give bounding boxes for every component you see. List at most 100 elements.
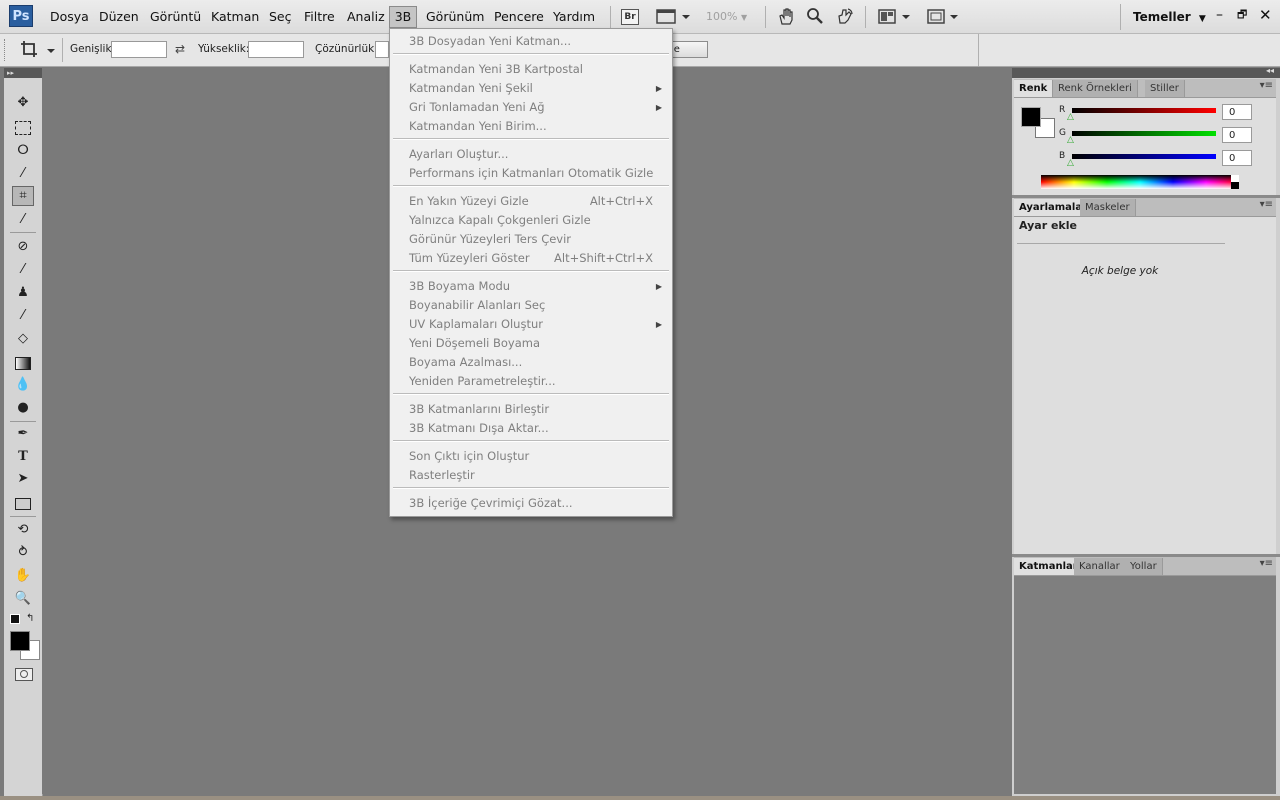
menu-item-katmandan-yeni-3b-kartpostal[interactable]: Katmandan Yeni 3B Kartpostal (390, 60, 670, 79)
menu-item-otomatik-gizle[interactable]: Performans için Katmanları Otomatik Gizl… (390, 164, 670, 183)
resolution-input[interactable] (375, 41, 389, 58)
menu-item-rasterlestir[interactable]: Rasterleştir (390, 466, 670, 485)
close-icon[interactable]: ✕ (1259, 5, 1272, 25)
menu-dosya[interactable]: Dosya (50, 7, 89, 27)
color-spectrum-bar[interactable] (1041, 175, 1239, 189)
menu-item-gri-tonlamadan-yeni-ag[interactable]: Gri Tonlamadan Yeni Ağ ▶ (390, 98, 670, 117)
menu-item-son-cikti-icin-olustur[interactable]: Son Çıktı için Oluştur (390, 447, 670, 466)
menu-item-katmandan-yeni-birim[interactable]: Katmandan Yeni Birim... (390, 117, 670, 136)
menu-item-tum-yuzeyleri-goster[interactable]: Tüm Yüzeyleri Göster Alt+Shift+Ctrl+X (390, 249, 670, 268)
width-input[interactable] (111, 41, 167, 58)
menu-item-ayarlari-olustur[interactable]: Ayarları Oluştur... (390, 145, 670, 164)
photoshop-logo[interactable]: Ps (9, 5, 33, 27)
default-colors-icon[interactable] (10, 614, 20, 624)
menu-item-3b-dosyadan-yeni-katman[interactable]: 3B Dosyadan Yeni Katman... (390, 32, 670, 51)
panel-menu-icon[interactable]: ▾≡ (1260, 558, 1273, 569)
brush-tool-icon[interactable]: ⁄ (12, 261, 34, 279)
slider-handle-icon[interactable]: △ (1067, 112, 1074, 122)
path-selection-tool-icon[interactable]: ➤ (12, 470, 34, 488)
healing-brush-tool-icon[interactable]: ⊘ (12, 238, 34, 256)
blue-slider[interactable] (1072, 154, 1216, 159)
grip-handle[interactable] (4, 39, 8, 61)
red-value-input[interactable]: 0 (1222, 104, 1252, 120)
minimize-icon[interactable]: – (1216, 5, 1223, 25)
menu-3b[interactable]: 3B (389, 6, 417, 28)
history-brush-tool-icon[interactable]: ⁄ (12, 307, 34, 325)
black-swatch[interactable] (1231, 182, 1239, 189)
pen-tool-icon[interactable]: ✒ (12, 425, 34, 443)
tab-kanallar[interactable]: Kanallar (1074, 558, 1126, 575)
menu-item-3b-katmanlarini-birlestir[interactable]: 3B Katmanlarını Birleştir (390, 400, 670, 419)
clone-stamp-tool-icon[interactable]: ♟ (12, 284, 34, 302)
tab-stiller[interactable]: Stiller (1145, 80, 1185, 97)
zoom-tool-icon[interactable]: 🔍 (12, 590, 34, 608)
menu-item-yuzeyleri-ters-cevir[interactable]: Görünür Yüzeyleri Ters Çevir (390, 230, 670, 249)
menu-item-yeni-dosemeli-boyama[interactable]: Yeni Döşemeli Boyama (390, 334, 670, 353)
menu-goruntu[interactable]: Görüntü (150, 7, 201, 27)
menu-item-yeniden-parametrelestir[interactable]: Yeniden Parametreleştir... (390, 372, 670, 391)
screen-mode-button[interactable] (927, 6, 961, 28)
menu-item-3b-icerige-gozat[interactable]: 3B İçeriğe Çevrimiçi Gözat... (390, 494, 670, 513)
3d-orbit-tool-icon[interactable]: ⥁ (12, 544, 34, 562)
swap-colors-icon[interactable]: ↰ (26, 613, 34, 624)
swap-icon[interactable]: ⇄ (175, 42, 185, 56)
dodge-tool-icon[interactable]: ● (12, 399, 34, 417)
menu-pencere[interactable]: Pencere (494, 7, 544, 27)
menu-yardim[interactable]: Yardım (553, 7, 595, 27)
menu-analiz[interactable]: Analiz (347, 7, 385, 27)
menu-duzen[interactable]: Düzen (99, 7, 139, 27)
magic-wand-tool-icon[interactable]: ⁄ (12, 165, 34, 183)
slider-handle-icon[interactable]: △ (1067, 158, 1074, 168)
foreground-color-swatch[interactable] (10, 631, 30, 651)
white-swatch[interactable] (1231, 175, 1239, 182)
menu-item-katmandan-yeni-sekil[interactable]: Katmandan Yeni Şekil ▶ (390, 79, 670, 98)
green-value-input[interactable]: 0 (1222, 127, 1252, 143)
menu-item-uv-kaplamalari-olustur[interactable]: UV Kaplamaları Oluştur ▶ (390, 315, 670, 334)
red-slider[interactable] (1072, 108, 1216, 113)
restore-icon[interactable]: 🗗 (1237, 5, 1247, 25)
menu-item-boyanabilir-alanlari-sec[interactable]: Boyanabilir Alanları Seç (390, 296, 670, 315)
menu-item-3b-katmani-disa-aktar[interactable]: 3B Katmanı Dışa Aktar... (390, 419, 670, 438)
zoom-level-select[interactable]: 100% ▼ (706, 6, 747, 28)
move-tool-icon[interactable]: ✥ (12, 94, 34, 112)
3d-rotate-tool-icon[interactable]: ⟲ (12, 521, 34, 539)
menu-sec[interactable]: Seç (269, 7, 292, 27)
slider-handle-icon[interactable]: △ (1067, 135, 1074, 145)
hand-tool-icon[interactable]: ✋ (12, 567, 34, 585)
type-tool-icon[interactable]: T (12, 448, 34, 466)
zoom-tool-button[interactable] (806, 6, 824, 28)
marquee-tool-icon[interactable] (12, 118, 34, 136)
blue-value-input[interactable]: 0 (1222, 150, 1252, 166)
blur-tool-icon[interactable]: 💧 (12, 376, 34, 394)
menu-filtre[interactable]: Filtre (304, 7, 335, 27)
tab-maskeler[interactable]: Maskeler (1080, 199, 1136, 216)
menu-item-boyama-azalmasi[interactable]: Boyama Azalması... (390, 353, 670, 372)
eraser-tool-icon[interactable]: ◇ (12, 330, 34, 348)
lasso-tool-icon[interactable]: ⵔ (12, 142, 34, 160)
crop-tool-icon[interactable]: ⌗ (12, 186, 34, 206)
collapse-arrows-icon[interactable]: ▸▸ (4, 68, 42, 78)
menu-gorunum[interactable]: Görünüm (426, 7, 484, 27)
workspace-select[interactable]: Temeller ▼ (1133, 7, 1206, 27)
menu-katman[interactable]: Katman (211, 7, 259, 27)
height-input[interactable] (248, 41, 304, 58)
tab-yollar[interactable]: Yollar (1125, 558, 1163, 575)
menu-item-kapali-cokgenleri-gizle[interactable]: Yalnızca Kapalı Çokgenleri Gizle (390, 211, 670, 230)
green-slider[interactable] (1072, 131, 1216, 136)
quick-mask-icon[interactable] (15, 668, 33, 681)
tool-preset-picker[interactable] (20, 40, 60, 63)
clear-button[interactable]: le (671, 41, 708, 58)
rotate-view-button[interactable] (836, 6, 854, 28)
shape-tool-icon[interactable] (12, 494, 34, 512)
tab-renk[interactable]: Renk (1014, 80, 1054, 97)
menu-item-3b-boyama-modu[interactable]: 3B Boyama Modu ▶ (390, 277, 670, 296)
menu-item-en-yakin-yuzeyi-gizle[interactable]: En Yakın Yüzeyi Gizle Alt+Ctrl+X (390, 192, 670, 211)
eyedropper-tool-icon[interactable]: ⁄ (12, 211, 34, 229)
tab-renk-ornekleri[interactable]: Renk Örnekleri (1053, 80, 1138, 97)
arrange-documents-button[interactable] (878, 6, 912, 28)
hand-tool-button[interactable] (777, 6, 795, 28)
collapse-arrows-icon[interactable]: ◂◂ (1266, 66, 1274, 75)
panel-dock-header[interactable]: ◂◂ (1012, 66, 1280, 78)
screen-layout-button[interactable] (656, 6, 690, 28)
gradient-tool-icon[interactable] (12, 353, 34, 371)
